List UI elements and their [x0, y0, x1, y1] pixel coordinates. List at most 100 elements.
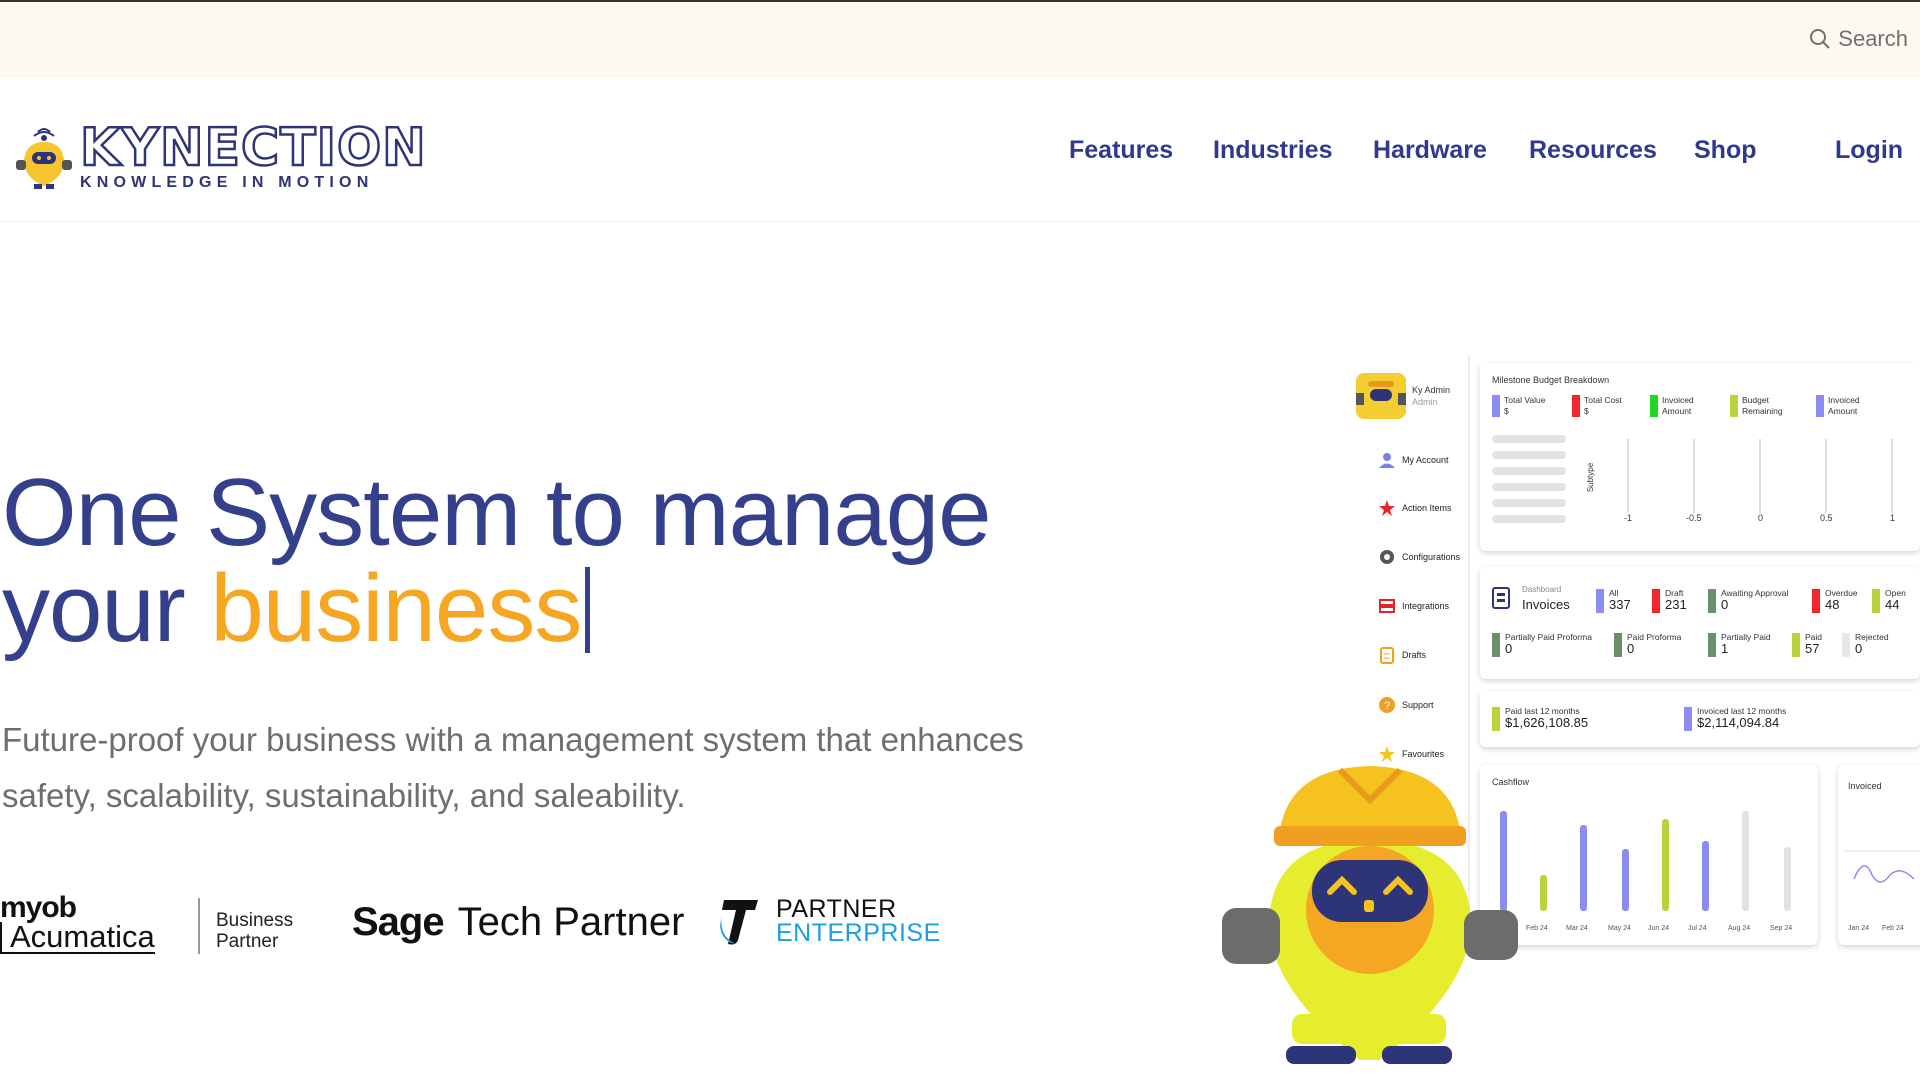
sage-tech-partner-logo: Sage Tech Partner: [352, 900, 684, 945]
search-button[interactable]: Search: [1808, 26, 1908, 52]
cashflow-chart: [1500, 811, 1791, 911]
month-label: Mar 24: [1566, 925, 1588, 932]
milestone-chart: [1492, 435, 1893, 523]
invoiced-card: Invoiced Jan 24 Feb 24: [1838, 765, 1920, 945]
tick-label: 0.5: [1820, 513, 1833, 523]
month-label: Aug 24: [1728, 925, 1751, 932]
clipboard-icon: [1380, 647, 1394, 664]
tick-label: -1: [1624, 513, 1633, 523]
nav-resources[interactable]: Resources: [1529, 136, 1657, 165]
invoices-card: Dashboard Invoices All 337 Draft 231 Await…: [1480, 567, 1920, 679]
paid-summary-card: Paid last 12 months $1,626,108.85 Invoice…: [1480, 691, 1920, 747]
telstra-partner-text: PARTNER: [776, 895, 897, 923]
invoice-stat: Open 44: [1872, 589, 1906, 613]
nav-features[interactable]: Features: [1069, 136, 1173, 165]
business-partner-badge: Business Partner: [216, 910, 293, 952]
myob-wordmark: myob: [0, 891, 77, 924]
legend-total-value: Total Value $: [1492, 395, 1545, 417]
sidebar-item-action-items[interactable]: Action Items: [1378, 499, 1452, 517]
invoice-stat: All 337: [1596, 589, 1631, 613]
hero-subtitle: Future-proof your business with a manage…: [2, 712, 1142, 824]
hero-subtitle-line1: Future-proof your business with a manage…: [2, 721, 1024, 758]
milestone-budget-card: Milestone Budget Breakdown Total Value $ …: [1480, 363, 1920, 551]
tick-label: 1: [1890, 513, 1896, 523]
month-label: Sep 24: [1770, 925, 1793, 932]
month-label: Jan 24: [1848, 925, 1870, 932]
nav-industries[interactable]: Industries: [1213, 136, 1332, 165]
help-icon: ?: [1379, 697, 1395, 713]
hero-title-accent: business: [210, 555, 582, 662]
sage-wordmark: Sage: [352, 900, 445, 944]
invoice-stat: Partially Paid 1: [1708, 633, 1771, 657]
partner-divider: [198, 898, 200, 954]
user-icon: [1379, 453, 1395, 468]
partner-logos: myob Acumatica Business Partner Sage Tech…: [0, 880, 940, 970]
invoiced-last-12-months: Invoiced last 12 months $2,114,094.84: [1684, 707, 1786, 731]
sidebar-label: Action Items: [1402, 503, 1452, 513]
search-icon: [1810, 29, 1830, 49]
main-navbar: KYNECTION KNOWLEDGE IN MOTION Features I…: [0, 78, 1920, 222]
invoice-stat: Overdue 48: [1812, 589, 1858, 613]
invoices-overline: Dashboard: [1522, 585, 1562, 594]
robot-mascot-illustration: [1222, 766, 1518, 1064]
cashflow-card: Cashflow Feb 24 Mar 24 May 24 Jun 24 Jul…: [1480, 765, 1818, 945]
sidebar-item-integrations[interactable]: Integrations: [1378, 597, 1449, 615]
telstra-t-icon: [720, 900, 758, 945]
legend-invoiced-amount-2: Invoiced Amount: [1816, 395, 1860, 417]
star-icon: [1379, 500, 1395, 516]
dashboard-user-role: Admin: [1412, 397, 1438, 407]
svg-text:?: ?: [1384, 700, 1390, 712]
nav-hardware[interactable]: Hardware: [1373, 136, 1487, 165]
integrations-icon: [1379, 599, 1395, 613]
tick-label: -0.5: [1686, 513, 1702, 523]
invoices-title: Invoices: [1522, 597, 1570, 612]
telstra-partner-logo: PARTNER ENTERPRISE: [718, 896, 941, 946]
invoice-stat: Rejected 0: [1842, 633, 1889, 657]
robot-logo-icon: [16, 128, 72, 189]
invoice-stat: Paid Proforma 0: [1614, 633, 1681, 657]
invoice-stat: Draft 231: [1652, 589, 1687, 613]
hero-title-prefix: your: [2, 555, 211, 662]
badge-line2: Partner: [216, 931, 279, 952]
sidebar-label: Support: [1402, 700, 1434, 710]
tick-label: 0: [1758, 513, 1764, 523]
month-label: Feb 24: [1526, 925, 1548, 932]
hero-title: One System to manage your business: [2, 465, 992, 657]
invoiced-title: Invoiced: [1848, 781, 1882, 791]
month-label: Feb 24: [1882, 925, 1904, 932]
milestone-title: Milestone Budget Breakdown: [1492, 375, 1610, 385]
logo-wordmark: KYNECTION: [79, 118, 427, 178]
top-utility-bar: Search: [0, 0, 1920, 78]
nav-login[interactable]: Login: [1835, 136, 1903, 165]
month-label: May 24: [1608, 925, 1631, 932]
sidebar-item-configurations[interactable]: Configurations: [1378, 548, 1460, 566]
month-label: Jul 24: [1688, 925, 1707, 932]
invoice-icon: [1492, 587, 1510, 609]
legend-budget-remaining: Budget Remaining: [1730, 395, 1783, 417]
hero-subtitle-line2: safety, scalability, sustainability, and…: [2, 777, 686, 814]
invoice-stat: Awaiting Approval 0: [1708, 589, 1788, 613]
gear-icon: [1380, 550, 1394, 564]
milestone-axis-label: Subtype: [1586, 462, 1596, 493]
sidebar-label: Integrations: [1402, 601, 1450, 611]
acumatica-wordmark: Acumatica: [0, 921, 155, 954]
sidebar-label: Configurations: [1402, 552, 1461, 562]
legend-total-cost: Total Cost $: [1572, 395, 1622, 417]
sidebar-item-my-account[interactable]: My Account: [1378, 451, 1449, 469]
paid-last-12-months: Paid last 12 months $1,626,108.85: [1492, 707, 1588, 731]
sidebar-label: My Account: [1402, 455, 1449, 465]
legend-invoiced-amount: Invoiced Amount: [1650, 395, 1694, 417]
myob-acumatica-logo: myob Acumatica: [0, 891, 155, 954]
invoice-stat: Partially Paid Proforma 0: [1492, 633, 1592, 657]
avatar: [1356, 373, 1406, 419]
logo-tagline: KNOWLEDGE IN MOTION: [80, 174, 374, 191]
hero-title-line2: your business: [2, 561, 991, 657]
nav-shop[interactable]: Shop: [1694, 136, 1757, 165]
invoiced-line-chart: [1844, 850, 1920, 883]
kynection-logo[interactable]: KYNECTION KNOWLEDGE IN MOTION: [14, 118, 427, 192]
dashboard-user-name: Ky Admin: [1412, 385, 1451, 395]
sidebar-item-drafts[interactable]: Drafts: [1378, 646, 1426, 664]
sidebar-item-support[interactable]: ? Support: [1378, 696, 1434, 714]
sidebar-label: Drafts: [1402, 650, 1427, 660]
dashboard-user: Ky Admin Admin: [1356, 373, 1450, 419]
